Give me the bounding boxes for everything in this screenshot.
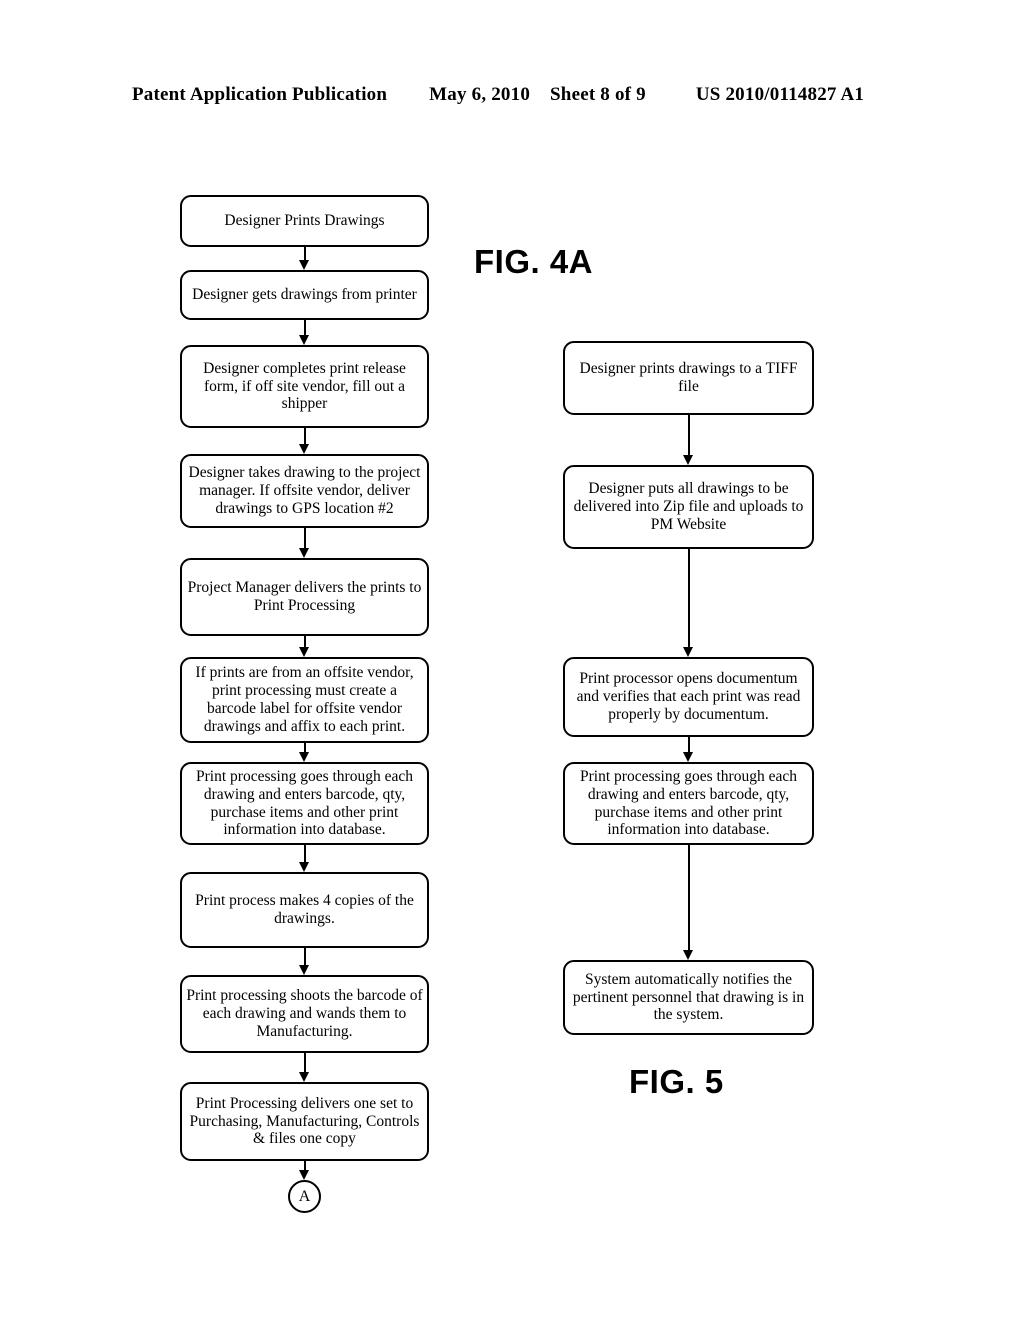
flow-node-text: Print Processing delivers one set to Pur… [189, 1094, 420, 1148]
flow-arrow-l2-l3 [180, 320, 429, 345]
flow-node-text: Print processor opens documentum and ver… [576, 670, 801, 723]
flow-node-project-manager-delivers: Project Manager delivers the prints to P… [180, 558, 429, 636]
flow-arrow-l8-l9 [180, 948, 429, 975]
figure-label-5: FIG. 5 [629, 1063, 724, 1100]
flow-node-text: Print processing goes through each drawi… [580, 767, 797, 839]
flow-node-zip-uploads-pm-website: Designer puts all drawings to be deliver… [563, 465, 814, 549]
flow-node-print-processor-documentum: Print processor opens documentum and ver… [563, 657, 814, 737]
flow-node-delivers-one-set: Print Processing delivers one set to Pur… [180, 1082, 429, 1161]
flow-arrow-l7-l8 [180, 845, 429, 872]
flow-node-text: Designer takes drawing to the project ma… [188, 464, 421, 517]
flow-node-enters-barcode-qty-right: Print processing goes through each drawi… [563, 762, 814, 845]
flow-arrow-r2-r3 [563, 549, 814, 657]
flow-node-text: Designer prints drawings to a TIFF file [579, 360, 798, 395]
flow-arrow-r4-r5 [563, 845, 814, 960]
flow-node-print-release-form: Designer completes print release form, i… [180, 345, 429, 428]
flow-arrow-l6-l7 [180, 743, 429, 762]
flow-node-prints-to-tiff: Designer prints drawings to a TIFF file [563, 341, 814, 415]
flow-arrow-r1-r2 [563, 415, 814, 465]
flowchart-canvas: FIG. 4A FIG. 5 Designer Prints Drawings … [0, 0, 1024, 1320]
flow-connector-label: A [298, 1187, 311, 1205]
flow-node-designer-takes-drawing: Designer takes drawing to the project ma… [180, 454, 429, 528]
flow-connector-a: A [288, 1180, 321, 1213]
flow-arrow-r3-r4 [563, 737, 814, 762]
flow-node-designer-prints-drawings: Designer Prints Drawings [180, 195, 429, 247]
flow-node-text: Designer gets drawings from printer [192, 286, 417, 304]
flow-node-text: Project Manager delivers the prints to P… [187, 579, 422, 614]
flow-arrow-l4-l5 [180, 528, 429, 558]
figure-label-4a: FIG. 4A [474, 243, 594, 280]
flow-node-offsite-barcode-label: If prints are from an offsite vendor, pr… [180, 657, 429, 743]
flow-node-text: System automatically notifies the pertin… [572, 970, 805, 1024]
flow-node-text: Designer puts all drawings to be deliver… [573, 480, 804, 533]
flow-arrow-l10-connector-a [180, 1161, 429, 1180]
flow-node-text: Print process makes 4 copies of the draw… [195, 892, 414, 927]
flow-arrow-l1-l2 [180, 247, 429, 270]
flow-node-text: Designer Prints Drawings [224, 212, 385, 230]
flow-node-system-notifies-personnel: System automatically notifies the pertin… [563, 960, 814, 1035]
flow-node-text: Print processing shoots the barcode of e… [186, 987, 423, 1040]
flow-arrow-l5-l6 [180, 636, 429, 657]
flow-node-makes-4-copies: Print process makes 4 copies of the draw… [180, 872, 429, 948]
flow-node-text: Print processing goes through each drawi… [196, 767, 413, 839]
flow-arrow-l3-l4 [180, 428, 429, 454]
flow-node-text: Designer completes print release form, i… [203, 359, 406, 413]
flow-node-designer-gets-drawings: Designer gets drawings from printer [180, 270, 429, 320]
flow-node-text: If prints are from an offsite vendor, pr… [195, 664, 414, 735]
flow-arrow-l9-l10 [180, 1053, 429, 1082]
flow-node-shoots-barcode-wands: Print processing shoots the barcode of e… [180, 975, 429, 1053]
flow-node-enters-barcode-qty-left: Print processing goes through each drawi… [180, 762, 429, 845]
